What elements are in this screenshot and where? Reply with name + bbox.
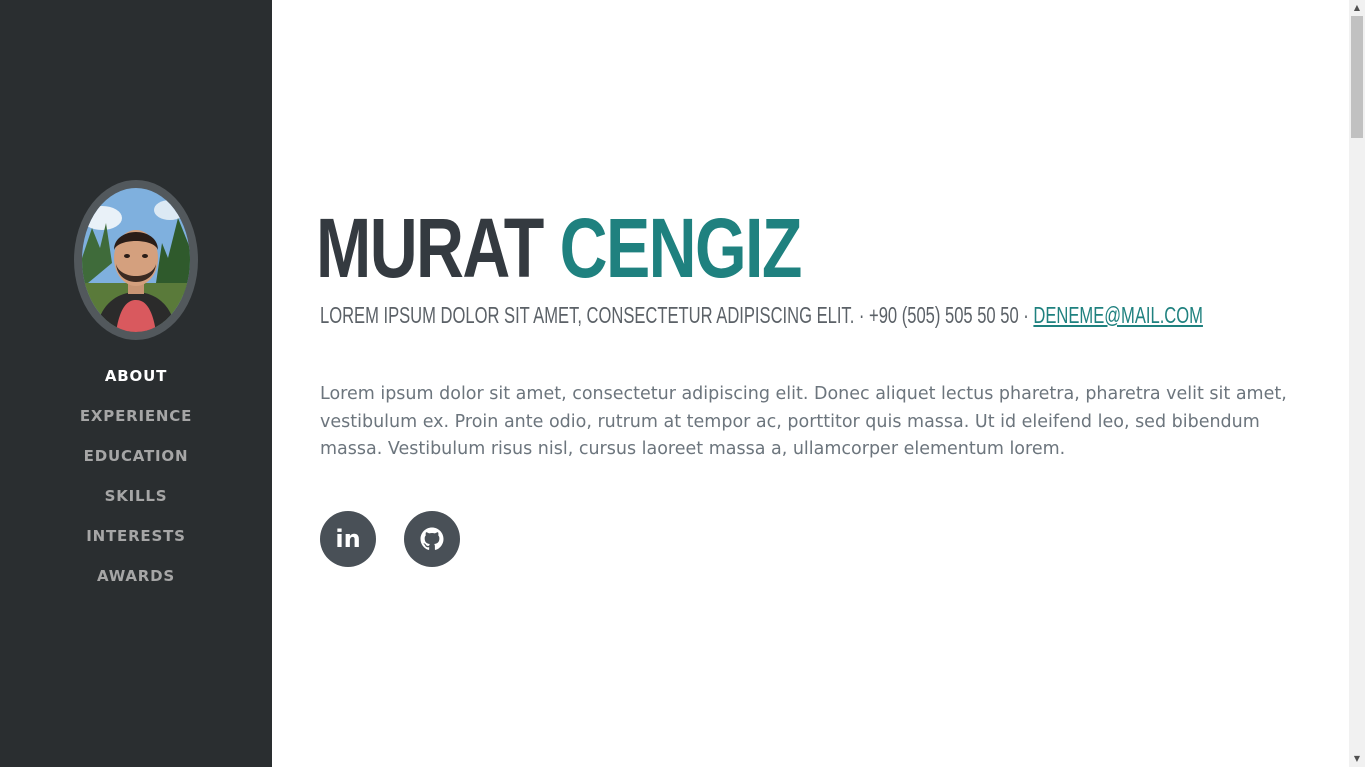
nav-item-about[interactable]: ABOUT — [0, 356, 272, 396]
main-content: MURAT CENGIZ LOREM IPSUM DOLOR SIT AMET,… — [272, 0, 1349, 767]
vertical-scrollbar[interactable]: ▲ ▼ — [1349, 0, 1365, 767]
email-link[interactable]: DENEME@MAIL.COM — [1033, 302, 1203, 328]
github-button[interactable] — [404, 511, 460, 567]
nav-item-interests[interactable]: INTERESTS — [0, 516, 272, 556]
scroll-up-arrow-icon[interactable]: ▲ — [1349, 0, 1365, 16]
about-text: Lorem ipsum dolor sit amet, consectetur … — [320, 384, 1287, 459]
separator: · — [1018, 302, 1034, 328]
profile-photo — [82, 188, 190, 332]
separator: · — [854, 302, 870, 328]
nav-item-skills[interactable]: SKILLS — [0, 476, 272, 516]
nav-item-awards[interactable]: AWARDS — [0, 556, 272, 596]
nav-item-experience[interactable]: EXPERIENCE — [0, 396, 272, 436]
linkedin-icon: in — [335, 525, 361, 553]
avatar — [74, 180, 198, 340]
scrollbar-thumb[interactable] — [1351, 16, 1363, 138]
linkedin-button[interactable]: in — [320, 511, 376, 567]
last-name: CENGIZ — [559, 201, 803, 295]
subheading: LOREM IPSUM DOLOR SIT AMET, CONSECTETUR … — [320, 300, 1203, 330]
github-icon — [420, 527, 444, 550]
page-title: MURAT CENGIZ — [316, 200, 803, 296]
social-icons: in — [320, 511, 460, 567]
sidebar: ABOUT EXPERIENCE EDUCATION SKILLS INTERE… — [0, 0, 272, 767]
tagline: LOREM IPSUM DOLOR SIT AMET, CONSECTETUR … — [320, 302, 855, 328]
phone-number: +90 (505) 505 50 50 — [869, 302, 1019, 328]
scroll-down-arrow-icon[interactable]: ▼ — [1349, 751, 1365, 767]
sidebar-nav: ABOUT EXPERIENCE EDUCATION SKILLS INTERE… — [0, 356, 272, 596]
first-name: MURAT — [316, 201, 544, 295]
page: ABOUT EXPERIENCE EDUCATION SKILLS INTERE… — [0, 0, 1365, 767]
nav-item-education[interactable]: EDUCATION — [0, 436, 272, 476]
profile-photo-graphic — [82, 188, 190, 332]
